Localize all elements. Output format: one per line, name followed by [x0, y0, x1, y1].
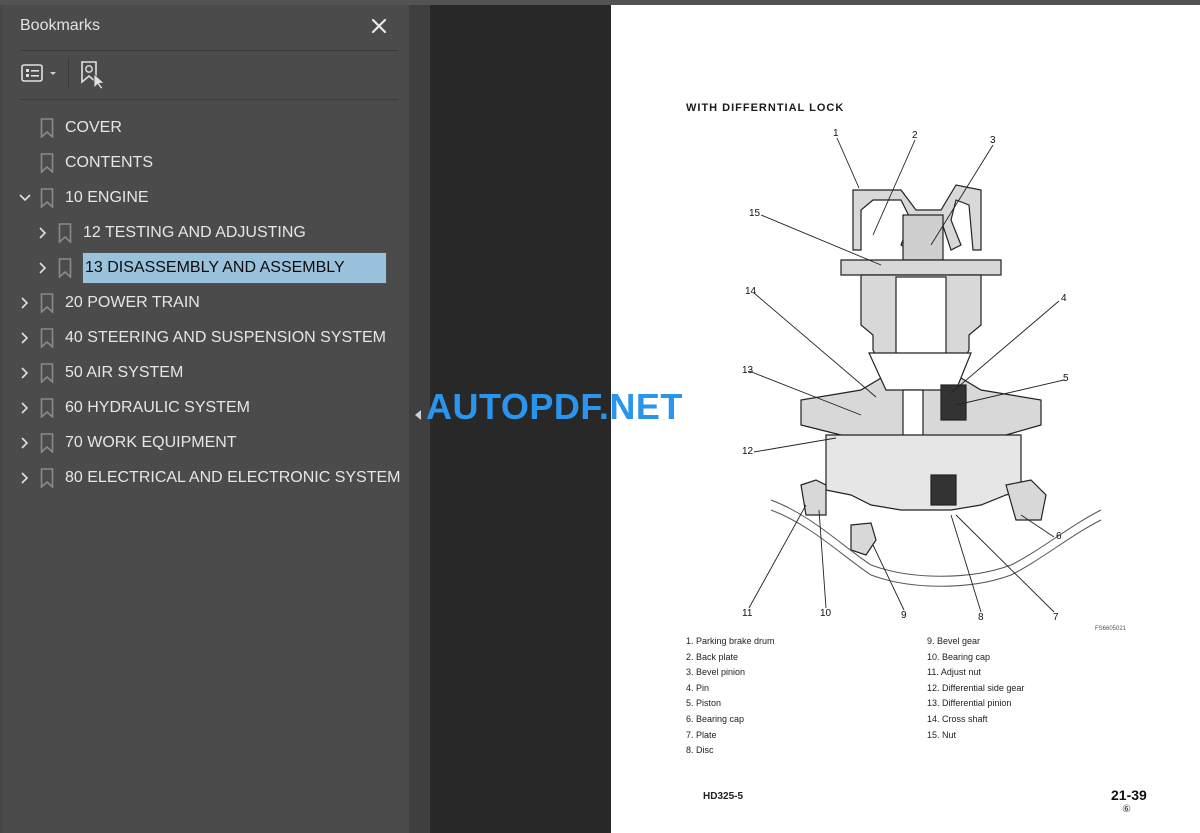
bookmark-icon [58, 223, 72, 244]
footer-revision: ⑥ [1122, 804, 1131, 815]
figure-id: FS6605021 [1095, 626, 1127, 632]
chevron-right-icon[interactable] [18, 436, 32, 450]
callout-3: 3 [990, 135, 996, 146]
bookmark-label[interactable]: 80 ELECTRICAL AND ELECTRONIC SYSTEM [65, 463, 401, 493]
chevron-right-icon[interactable] [18, 401, 32, 415]
bookmark-label[interactable]: 50 AIR SYSTEM [65, 358, 183, 388]
close-panel-button[interactable] [368, 15, 390, 37]
legend-item: 7. Plate [686, 729, 717, 740]
legend-right: 9. Bevel gear 10. Bearing cap 11. Adjust n… [927, 636, 1024, 745]
watermark: AUTOPDF.NET [426, 386, 683, 427]
bookmark-item[interactable]: 40 STEERING AND SUSPENSION SYSTEM [3, 323, 412, 353]
differential-cross-section-diagram: 1 2 3 4 5 6 7 8 9 10 11 12 13 14 15 [742, 128, 1102, 623]
callout-8: 8 [978, 612, 984, 623]
find-current-bookmark-button[interactable] [79, 60, 107, 95]
callout-7: 7 [1053, 612, 1059, 623]
legend-item: 10. Bearing cap [927, 651, 991, 662]
legend-item: 5. Piston [686, 698, 722, 709]
legend-item: 2. Back plate [686, 651, 739, 662]
bookmark-item[interactable]: 80 ELECTRICAL AND ELECTRONIC SYSTEM [3, 463, 412, 493]
bookmark-item[interactable]: 10 ENGINE [3, 183, 412, 213]
legend-item: 4. Pin [686, 682, 710, 693]
chevron-right-icon[interactable] [18, 366, 32, 380]
legend-item: 15. Nut [927, 729, 957, 740]
callout-10: 10 [820, 608, 832, 619]
bookmark-label[interactable]: CONTENTS [65, 148, 153, 178]
bookmark-label[interactable]: 13 DISASSEMBLY AND ASSEMBLY [82, 252, 387, 284]
legend-item: 3. Bevel pinion [686, 667, 746, 678]
bookmark-icon [40, 363, 54, 384]
chevron-right-icon[interactable] [36, 226, 50, 240]
bookmark-icon [40, 153, 54, 174]
bookmark-icon [40, 328, 54, 349]
bookmark-icon [40, 293, 54, 314]
legend-item: 1. Parking brake drum [686, 636, 775, 646]
divider [20, 50, 398, 51]
legend-item: 14. Cross shaft [927, 713, 988, 724]
chevron-down-icon[interactable] [18, 191, 32, 205]
callout-2: 2 [912, 130, 918, 141]
bookmark-icon [58, 258, 72, 279]
callout-14: 14 [745, 286, 757, 297]
collapse-panel-handle[interactable] [415, 410, 421, 420]
find-current-bookmark-icon [81, 61, 105, 90]
bookmark-item[interactable]: 20 POWER TRAIN [3, 288, 412, 318]
bookmark-item[interactable]: 60 HYDRAULIC SYSTEM [3, 393, 412, 423]
chevron-right-icon[interactable] [18, 296, 32, 310]
callout-4: 4 [1061, 293, 1067, 304]
bookmark-item[interactable]: 70 WORK EQUIPMENT [3, 428, 412, 458]
panel-title: Bookmarks [20, 17, 101, 34]
callout-6: 6 [1056, 531, 1062, 542]
callout-5: 5 [1063, 373, 1069, 384]
callout-1: 1 [833, 128, 839, 139]
bookmark-label[interactable]: 70 WORK EQUIPMENT [65, 428, 237, 458]
document-page: WITH DIFFERNTIAL LOCK 1 2 3 4 5 6 7 8 9 … [611, 5, 1200, 833]
bookmark-label[interactable]: 60 HYDRAULIC SYSTEM [65, 393, 250, 423]
bookmark-icon [40, 468, 54, 489]
divider [20, 99, 398, 100]
legend-left: 1. Parking brake drum 2. Back plate 3. Bev… [686, 636, 775, 761]
bookmark-item[interactable]: COVER [3, 113, 412, 143]
bookmark-label[interactable]: 10 ENGINE [65, 183, 149, 213]
chevron-right-icon[interactable] [36, 261, 50, 275]
callout-12: 12 [742, 446, 754, 457]
bookmark-icon [40, 398, 54, 419]
bookmark-item[interactable]: 12 TESTING AND ADJUSTING [3, 218, 412, 248]
bookmark-item[interactable]: 13 DISASSEMBLY AND ASSEMBLY [3, 252, 412, 284]
bookmark-label[interactable]: COVER [65, 113, 122, 143]
bookmarks-panel: Bookmarks COVER CONTENTS 10 ENGINE 12 TESTI… [0, 5, 409, 833]
footer-page-number: 21-39 [1111, 787, 1147, 803]
bookmark-icon [40, 433, 54, 454]
callout-9: 9 [901, 610, 907, 621]
close-icon [371, 18, 387, 34]
bookmark-item[interactable]: 50 AIR SYSTEM [3, 358, 412, 388]
bookmark-item[interactable]: CONTENTS [3, 148, 412, 178]
list-options-icon [21, 64, 56, 82]
legend-item: 8. Disc [686, 745, 714, 756]
toolbar-divider [68, 58, 69, 88]
callout-15: 15 [749, 208, 761, 219]
bookmark-label[interactable]: 12 TESTING AND ADJUSTING [83, 218, 306, 248]
legend-item: 9. Bevel gear [927, 636, 981, 646]
footer-model: HD325-5 [703, 791, 744, 802]
legend-item: 13. Differential pinion [927, 698, 1012, 709]
legend-item: 11. Adjust nut [927, 667, 981, 678]
bookmark-label[interactable]: 40 STEERING AND SUSPENSION SYSTEM [65, 323, 386, 353]
options-menu-button[interactable] [20, 62, 62, 89]
callout-13: 13 [742, 365, 754, 376]
bookmark-label[interactable]: 20 POWER TRAIN [65, 288, 200, 318]
chevron-right-icon[interactable] [18, 471, 32, 485]
legend-item: 12. Differential side gear [927, 682, 1025, 693]
bookmark-icon [40, 188, 54, 209]
legend-item: 6. Bearing cap [686, 713, 745, 724]
chevron-right-icon[interactable] [18, 331, 32, 345]
bookmark-icon [40, 118, 54, 139]
callout-11: 11 [742, 608, 753, 619]
